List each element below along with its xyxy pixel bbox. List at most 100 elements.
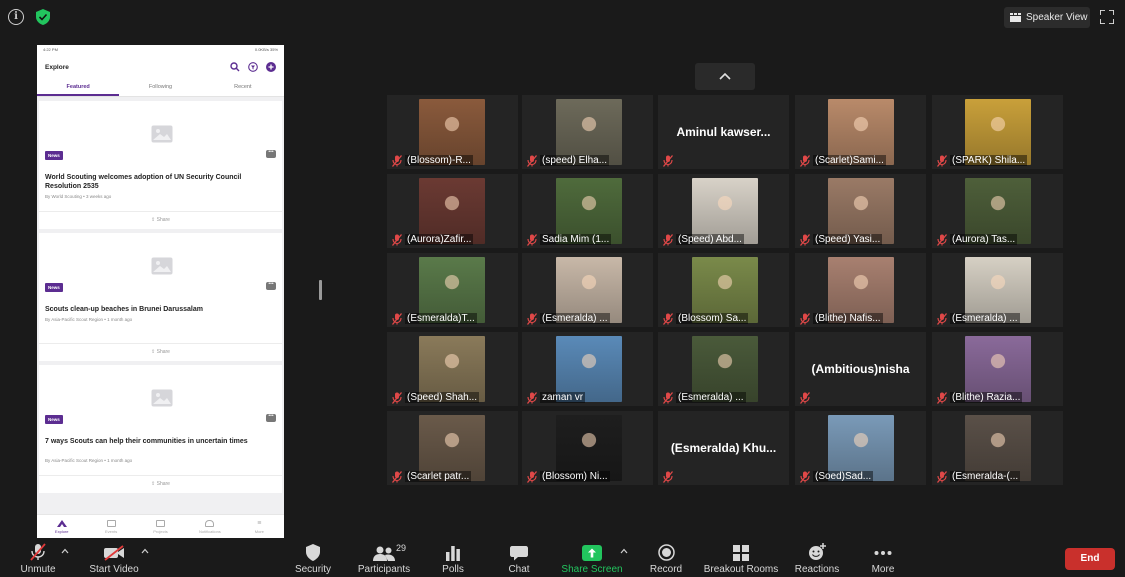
participant-name: (Aurora) Tas... [950,234,1018,245]
tab-recent[interactable]: Recent [202,79,284,96]
chevron-up-icon[interactable] [141,548,149,554]
participant-tile[interactable]: (SPARK) Shila... [932,95,1063,169]
more-options-icon[interactable]: ••• [266,414,276,422]
participant-tile[interactable]: (Ambitious)nisha [795,332,926,406]
news-badge: News [45,415,63,424]
participant-tile[interactable]: (Blossom)-R... [387,95,518,169]
nav-projects[interactable]: Projects [136,515,185,538]
muted-microphone-icon [662,470,674,483]
muted-microphone-icon [391,154,403,167]
polls-label: Polls [442,564,464,575]
news-card[interactable]: News ••• Scouts clean-up beaches in Brun… [39,233,282,361]
participant-tile[interactable]: (Aurora)Zafir... [387,174,518,248]
participant-tile[interactable]: (Blossom) Sa... [658,253,789,327]
shield-check-icon[interactable] [36,9,50,25]
reactions-button[interactable]: Reactions [794,540,840,577]
security-button[interactable]: Security [293,540,333,577]
add-icon[interactable] [266,62,276,72]
participant-tile[interactable]: (speed) Elha... [522,95,653,169]
card-meta: By World Scouting • 3 weeks ago [45,194,112,199]
participant-tile[interactable]: (Esmeralda-(... [932,411,1063,485]
participant-tile[interactable]: (Speed) Yasi... [795,174,926,248]
search-icon[interactable] [230,62,240,72]
participant-name: (Scarlet)Sami... [813,155,886,166]
record-button[interactable]: Record [646,540,686,577]
participant-tile[interactable]: (Esmeralda) ... [522,253,653,327]
end-meeting-button[interactable]: End [1065,548,1115,570]
participant-tile[interactable]: (Aurora) Tas... [932,174,1063,248]
muted-microphone-icon [936,154,948,167]
participant-tile[interactable]: zaman vr [522,332,653,406]
shared-screen-phone: 4:22 PM 0.0KB/s 35% Explore Featured Fol… [37,45,284,538]
more-dots-icon [874,551,892,555]
share-label: Share [156,217,170,223]
muted-microphone-icon [526,154,538,167]
nav-notifications[interactable]: Notifications [185,515,234,538]
chat-button[interactable]: Chat [502,540,536,577]
participant-tile[interactable]: (Esmeralda) Khu... [658,411,789,485]
participant-tile[interactable]: Sadia Mim (1... [522,174,653,248]
card-meta: By Asia-Pacific Scout Region • 1 month a… [45,317,133,322]
nav-label: More [254,528,264,534]
participant-tile[interactable]: (Blossom) Ni... [522,411,653,485]
chevron-up-icon[interactable] [620,548,628,554]
participant-tile[interactable]: (Scarlet patr... [387,411,518,485]
share-button[interactable]: ⇪ Share [39,211,282,229]
nav-more[interactable]: ≡ More [235,515,284,538]
participant-tile[interactable]: Aminul kawser... [658,95,789,169]
muted-microphone-icon [526,391,538,404]
tab-following[interactable]: Following [119,79,201,96]
nav-explore[interactable]: Explore [37,515,86,538]
nav-events[interactable]: Events [86,515,135,538]
participant-tile[interactable]: (Speed) Abd... [658,174,789,248]
unmute-label: Unmute [20,564,56,575]
participant-name: (Speed) Abd... [676,234,744,245]
breakout-rooms-button[interactable]: Breakout Rooms [703,540,779,577]
phone-title: Explore [45,63,69,71]
card-title[interactable]: 7 ways Scouts can help their communities… [45,437,265,446]
split-divider-handle[interactable] [319,280,322,300]
participant-tile[interactable]: (Esmeralda)T... [387,253,518,327]
gallery-previous-page-button[interactable] [695,63,755,90]
chat-label: Chat [508,564,530,575]
unmute-button[interactable]: Unmute [18,540,58,577]
muted-microphone-icon [799,233,811,246]
more-button[interactable]: More [866,540,900,577]
share-screen-button[interactable]: Share Screen [561,540,623,577]
top-bar: i Speaker View [0,0,1125,36]
participant-tile[interactable]: (Esmeralda) ... [932,253,1063,327]
card-meta: By Asia-Pacific Scout Region • 1 month a… [45,458,133,463]
info-icon[interactable]: i [8,9,24,25]
participant-tile[interactable]: (Blithe) Razia... [932,332,1063,406]
start-video-button[interactable]: Start Video [88,540,140,577]
zoom-meeting-window: i Speaker View 4:22 PM 0.0KB/s 35% Explo… [0,0,1125,577]
participant-tile[interactable]: (Speed) Shah... [387,332,518,406]
polls-button[interactable]: Polls [436,540,470,577]
phone-header: Explore [37,55,284,79]
more-options-icon[interactable]: ••• [266,150,276,158]
muted-microphone-icon [662,233,674,246]
more-options-icon[interactable]: ••• [266,282,276,290]
participant-tile[interactable]: (Blithe) Nafis... [795,253,926,327]
chevron-up-icon[interactable] [61,548,69,554]
participant-name: (Speed) Yasi... [813,234,883,245]
share-button[interactable]: ⇪ Share [39,343,282,361]
card-title[interactable]: Scouts clean-up beaches in Brunei Daruss… [45,305,265,314]
news-card[interactable]: News ••• World Scouting welcomes adoptio… [39,101,282,229]
tab-featured[interactable]: Featured [37,79,120,96]
card-title[interactable]: World Scouting welcomes adoption of UN S… [45,173,265,191]
participant-tile[interactable]: (Soed)Sad... [795,411,926,485]
security-label: Security [294,564,332,575]
news-card[interactable]: News ••• 7 ways Scouts can help their co… [39,365,282,493]
participant-tile[interactable]: (Esmeralda) ... [658,332,789,406]
fullscreen-icon[interactable] [1100,10,1114,24]
image-placeholder-icon [151,389,173,407]
participant-tile[interactable]: (Scarlet)Sami... [795,95,926,169]
emoji-add-icon [809,543,826,560]
participant-name: zaman vr [540,392,586,403]
shield-icon [306,544,320,561]
filter-icon[interactable] [248,62,258,72]
speaker-view-button[interactable]: Speaker View [1004,7,1090,28]
participants-icon [373,546,395,561]
share-button[interactable]: ⇪ Share [39,475,282,493]
